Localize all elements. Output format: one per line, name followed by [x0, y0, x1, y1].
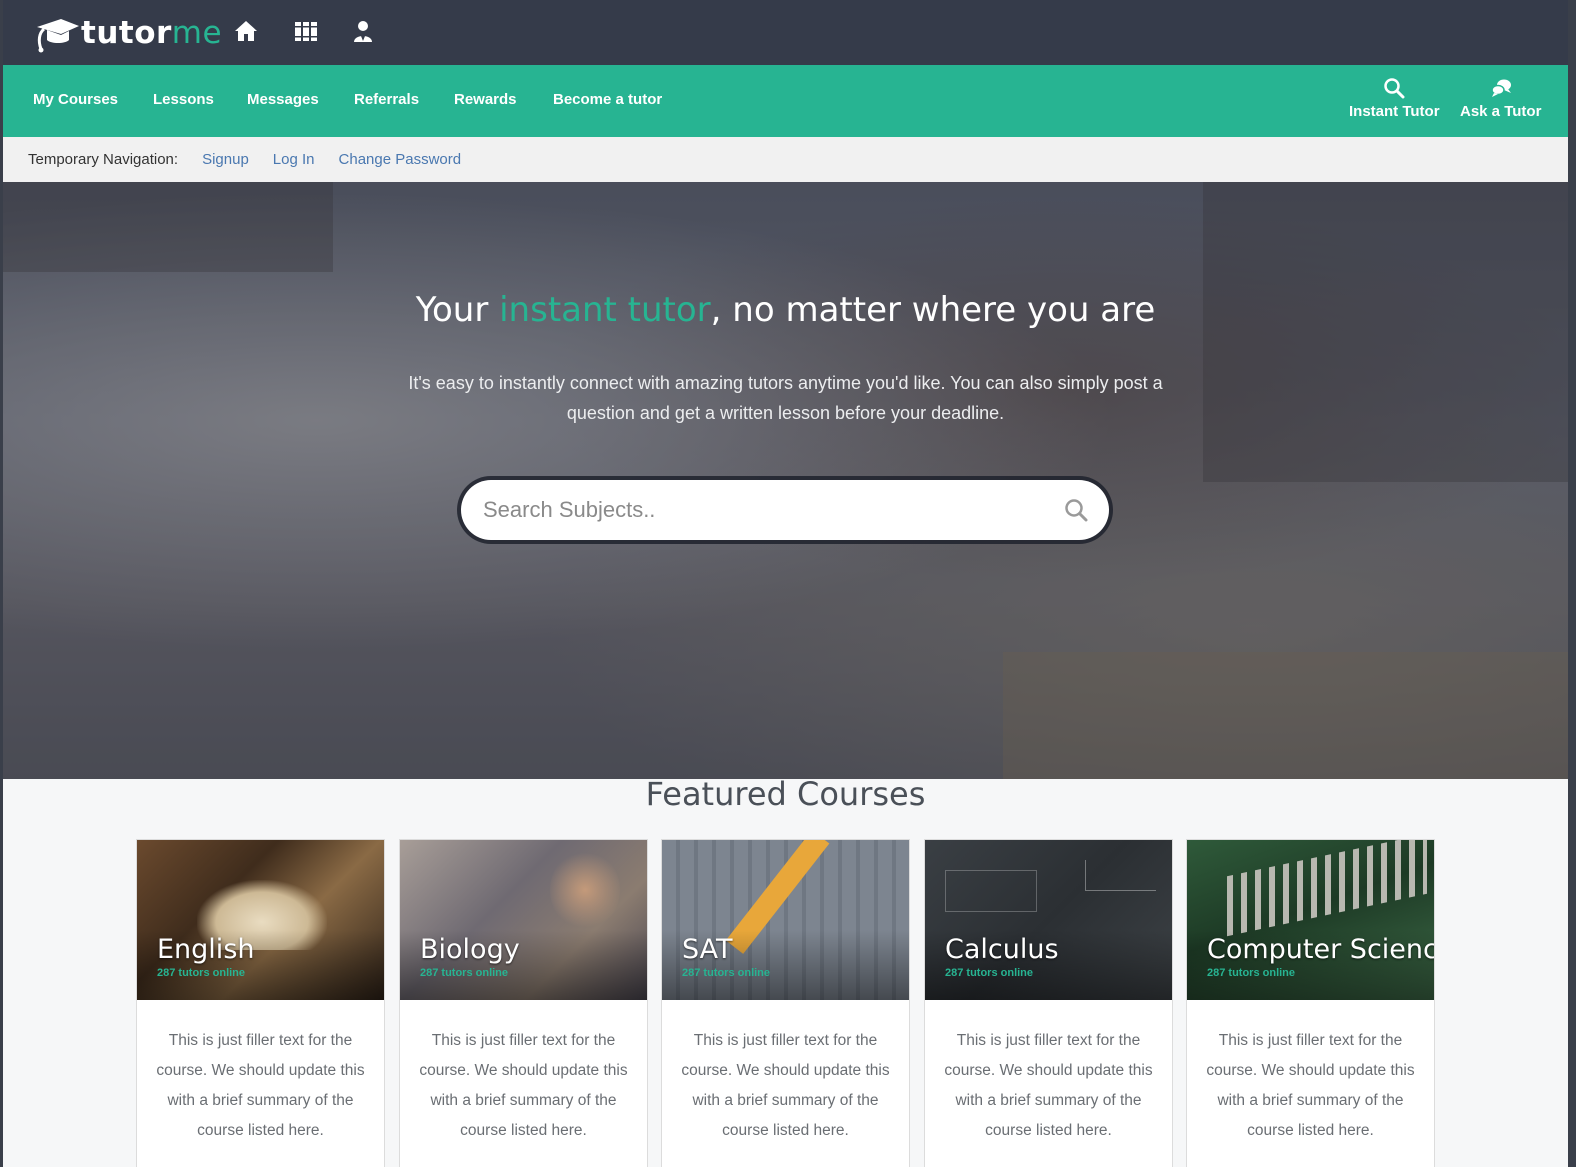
student-figure-graphic	[550, 850, 620, 930]
login-link[interactable]: Log In	[273, 151, 315, 168]
subject-search-input[interactable]	[481, 496, 1045, 524]
top-bar: tutorme	[3, 0, 1568, 65]
main-nav: My Courses Lessons Messages Referrals Re…	[3, 65, 1568, 137]
featured-courses-title: Featured Courses	[645, 775, 926, 813]
graduation-cap-icon	[37, 19, 79, 53]
hero-title-highlight: instant tutor	[499, 290, 711, 330]
nav-messages[interactable]: Messages	[247, 91, 319, 108]
course-tutors-online: 287 tutors online	[1207, 967, 1296, 979]
course-card-english[interactable]: English 287 tutors online This is just f…	[136, 839, 385, 1167]
logo-wordmark: tutorme	[81, 15, 222, 51]
nav-become-a-tutor[interactable]: Become a tutor	[553, 91, 662, 108]
library-icon[interactable]	[293, 18, 319, 44]
search-icon	[1384, 78, 1405, 99]
subject-search-box	[461, 480, 1109, 540]
course-image-biology: Biology 287 tutors online	[400, 840, 647, 1000]
nav-my-courses[interactable]: My Courses	[33, 91, 118, 108]
course-name: SAT	[682, 934, 733, 965]
course-image-english: English 287 tutors online	[137, 840, 384, 1000]
course-tutors-online: 287 tutors online	[420, 967, 509, 979]
course-card-sat[interactable]: SAT 287 tutors online This is just fille…	[661, 839, 910, 1167]
hero-title-end: , no matter where you are	[710, 290, 1156, 330]
course-description: This is just filler text for the course.…	[944, 1032, 1153, 1139]
signup-link[interactable]: Signup	[202, 151, 249, 168]
app-frame: tutorme My Courses Lessons Messages Refe…	[3, 0, 1568, 1167]
chat-bubbles-icon	[1490, 79, 1511, 97]
hero-title: Your instant tutor, no matter where you …	[3, 290, 1568, 330]
hero-banner: Your instant tutor, no matter where you …	[3, 182, 1568, 779]
course-name: Computer Science	[1207, 934, 1434, 965]
nav-referrals[interactable]: Referrals	[354, 91, 419, 108]
chalk-formula-graphic	[1085, 860, 1156, 891]
chalk-graph-graphic	[945, 870, 1037, 912]
logo-word-primary: tutor	[81, 15, 172, 51]
change-password-link[interactable]: Change Password	[339, 151, 462, 168]
ask-tutor-label: Ask a Tutor	[1460, 103, 1542, 120]
chip-pins-graphic	[1227, 840, 1427, 937]
tutorme-logo[interactable]: tutorme	[35, 12, 222, 54]
course-tutors-online: 287 tutors online	[945, 967, 1034, 979]
temporary-navigation-label: Temporary Navigation:	[28, 151, 179, 168]
course-image-calculus: Calculus 287 tutors online	[925, 840, 1172, 1000]
course-card-calculus[interactable]: Calculus 287 tutors online This is just …	[924, 839, 1173, 1167]
instant-tutor-label: Instant Tutor	[1349, 103, 1440, 120]
temporary-navigation: Temporary Navigation: Signup Log In Chan…	[3, 137, 1568, 183]
logo-word-accent: me	[171, 15, 223, 51]
instant-tutor-button[interactable]: Instant Tutor	[1349, 77, 1440, 120]
course-description: This is just filler text for the course.…	[156, 1032, 365, 1139]
home-icon[interactable]	[233, 18, 259, 44]
course-name: English	[157, 934, 255, 965]
course-image-sat: SAT 287 tutors online	[662, 840, 909, 1000]
nav-lessons[interactable]: Lessons	[153, 91, 214, 108]
hero-title-start: Your	[415, 290, 500, 330]
tutor-profile-icon[interactable]	[350, 18, 376, 44]
hero-subtitle: It's easy to instantly connect with amaz…	[408, 373, 1163, 423]
course-image-computer-science: Computer Science 287 tutors online	[1187, 840, 1434, 1000]
course-description: This is just filler text for the course.…	[419, 1032, 628, 1139]
course-name: Calculus	[945, 934, 1059, 965]
course-description: This is just filler text for the course.…	[1206, 1032, 1415, 1139]
course-card-biology[interactable]: Biology 287 tutors online This is just f…	[399, 839, 648, 1167]
course-tutors-online: 287 tutors online	[682, 967, 771, 979]
course-card-computer-science[interactable]: Computer Science 287 tutors online This …	[1186, 839, 1435, 1167]
course-tutors-online: 287 tutors online	[157, 967, 246, 979]
course-name: Biology	[420, 934, 520, 965]
search-icon[interactable]	[1063, 497, 1089, 523]
ask-tutor-button[interactable]: Ask a Tutor	[1460, 77, 1541, 120]
nav-rewards[interactable]: Rewards	[454, 91, 517, 108]
course-description: This is just filler text for the course.…	[681, 1032, 890, 1139]
